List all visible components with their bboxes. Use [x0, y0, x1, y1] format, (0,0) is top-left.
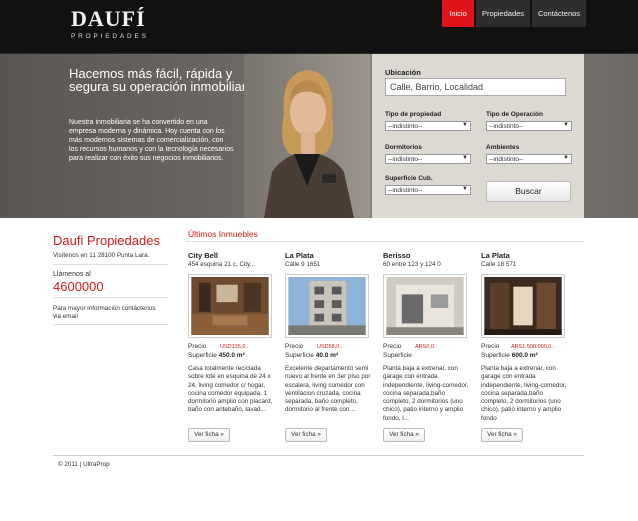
ambientes-select[interactable]: --indistinto-- ▼: [486, 154, 572, 164]
main-nav: Inicio Propiedades Contáctenos: [440, 0, 586, 27]
tipo-operacion-select[interactable]: --indistinto-- ▼: [486, 121, 572, 131]
property-image: [191, 277, 269, 335]
select-value: --indistinto--: [489, 123, 524, 130]
price-row: Precio ARS1.500.000,0..: [481, 343, 569, 352]
surface-value: 600.0 m²: [511, 352, 538, 359]
hero-text: Nuestra inmobiliaria se ha convertido en…: [69, 119, 234, 162]
superficie-select[interactable]: --indistinto-- ▼: [385, 185, 471, 195]
divider: [53, 264, 168, 265]
property-address: 454 esquina 21 c, City...: [188, 261, 256, 268]
property-address: 60 entre 123 y 124 0: [383, 261, 441, 268]
sidebar-call-label: Llámenos al: [53, 271, 91, 278]
select-value: --indistinto--: [489, 156, 524, 163]
price-row: Precio USD135,0..: [188, 343, 276, 352]
ambientes-label: Ambientes: [486, 144, 520, 151]
hero-woman-photo: [244, 54, 370, 218]
price-label: Precio: [383, 343, 402, 350]
sidebar-contact-text: Para mayor información contáctenos via e…: [53, 305, 156, 320]
nav-contactenos[interactable]: Contáctenos: [532, 0, 586, 27]
surface-label: Superficie: [188, 352, 217, 359]
chevron-down-icon: ▼: [462, 186, 468, 192]
property-card: La Plata Calle 9 1651 Precio USD58,0.. Su…: [285, 251, 373, 442]
sidebar-address: Visítenos en 11 28100 Punta Lara.: [53, 252, 150, 259]
divider: [53, 324, 168, 325]
property-title[interactable]: La Plata: [481, 251, 569, 260]
price-label: Precio: [188, 343, 207, 350]
chevron-down-icon: ▼: [462, 122, 468, 128]
tipo-operacion-label: Tipo de Operación: [486, 111, 543, 118]
property-photo[interactable]: [285, 274, 369, 338]
price-value: ARS0,0..: [415, 344, 438, 350]
sidebar-phone: 4600000: [53, 279, 104, 294]
select-value: --indistinto--: [388, 187, 423, 194]
surface-row: Superficie 600.0 m²: [481, 352, 569, 359]
property-title[interactable]: City Bell: [188, 251, 276, 260]
nav-inicio[interactable]: Inicio: [442, 0, 474, 27]
superficie-label: Superficie Cub.: [385, 175, 433, 182]
footer-divider: [53, 455, 584, 456]
price-value: USD135,0..: [220, 344, 249, 350]
chevron-down-icon: ▼: [462, 155, 468, 161]
price-value: ARS1.500.000,0..: [511, 344, 555, 350]
tipo-propiedad-select[interactable]: --indistinto-- ▼: [385, 121, 471, 131]
price-row: Precio ARS0,0..: [383, 343, 471, 352]
property-image: [386, 277, 464, 335]
property-image: [288, 277, 366, 335]
surface-value: 450.0 m²: [218, 352, 245, 359]
search-button[interactable]: Buscar: [486, 181, 571, 202]
surface-value: 40.0 m²: [315, 352, 339, 359]
hero-title: Hacemos más fácil, rápida y segura su op…: [69, 66, 257, 94]
chevron-down-icon: ▼: [563, 155, 569, 161]
property-image: [484, 277, 562, 335]
property-description: Planta baja a extrenar, con garage con e…: [383, 365, 469, 422]
ver-ficha-button[interactable]: Ver ficha »: [285, 428, 327, 442]
price-row: Precio USD58,0..: [285, 343, 373, 352]
footer-copyright: © 2011 | UltraProp: [58, 461, 110, 468]
property-card: City Bell 454 esquina 21 c, City... Prec…: [188, 251, 276, 442]
property-title[interactable]: La Plata: [285, 251, 373, 260]
surface-label: Superficie: [481, 352, 510, 359]
dormitorios-select[interactable]: --indistinto-- ▼: [385, 154, 471, 164]
logo-subtitle: PROPIEDADES: [71, 33, 149, 40]
tipo-propiedad-label: Tipo de propiedad: [385, 111, 442, 118]
surface-label: Superficie: [285, 352, 314, 359]
logo-text: DAUFÍ: [71, 6, 146, 31]
ubicacion-label: Ubicación: [385, 68, 421, 77]
property-photo[interactable]: [481, 274, 565, 338]
ultimos-title: Últimos Inmuebles: [188, 229, 258, 239]
property-address: Calle 18 571: [481, 261, 517, 268]
property-photo[interactable]: [188, 274, 272, 338]
price-label: Precio: [481, 343, 500, 350]
sidebar-title: Daufi Propiedades: [53, 233, 160, 248]
surface-row: Superficie 450.0 m²: [188, 352, 276, 359]
select-value: --indistinto--: [388, 123, 423, 130]
search-panel: Ubicación Calle, Barrio, Localidad Tipo …: [372, 54, 584, 218]
ver-ficha-button[interactable]: Ver ficha »: [383, 428, 425, 442]
logo[interactable]: DAUFÍ PROPIEDADES: [71, 8, 171, 44]
divider: [186, 241, 584, 242]
surface-label: Superficie: [383, 352, 412, 359]
property-title[interactable]: Berisso: [383, 251, 471, 260]
ver-ficha-button[interactable]: Ver ficha »: [188, 428, 230, 442]
property-description: Planta baja a extrenar, con garage con e…: [481, 365, 567, 422]
ubicacion-input[interactable]: Calle, Barrio, Localidad: [385, 78, 566, 96]
property-description: Excelente departamento semi nuevo al fre…: [285, 365, 371, 414]
property-card: Berisso 60 entre 123 y 124 0 Precio ARS0,…: [383, 251, 471, 442]
divider: [53, 297, 168, 298]
select-value: --indistinto--: [388, 156, 423, 163]
property-card: La Plata Calle 18 571 Precio ARS1.500.000…: [481, 251, 569, 442]
property-description: Casa totalmente reciclada sobre lote en …: [188, 365, 273, 414]
dormitorios-label: Dormitorios: [385, 144, 422, 151]
property-photo[interactable]: [383, 274, 467, 338]
price-label: Precio: [285, 343, 304, 350]
surface-row: Superficie: [383, 352, 471, 359]
chevron-down-icon: ▼: [563, 122, 569, 128]
price-value: USD58,0..: [317, 344, 343, 350]
surface-row: Superficie 40.0 m²: [285, 352, 373, 359]
ver-ficha-button[interactable]: Ver ficha »: [481, 428, 523, 442]
site-header: DAUFÍ PROPIEDADES Inicio Propiedades Con…: [0, 0, 638, 54]
property-address: Calle 9 1651: [285, 261, 321, 268]
nav-propiedades[interactable]: Propiedades: [476, 0, 530, 27]
